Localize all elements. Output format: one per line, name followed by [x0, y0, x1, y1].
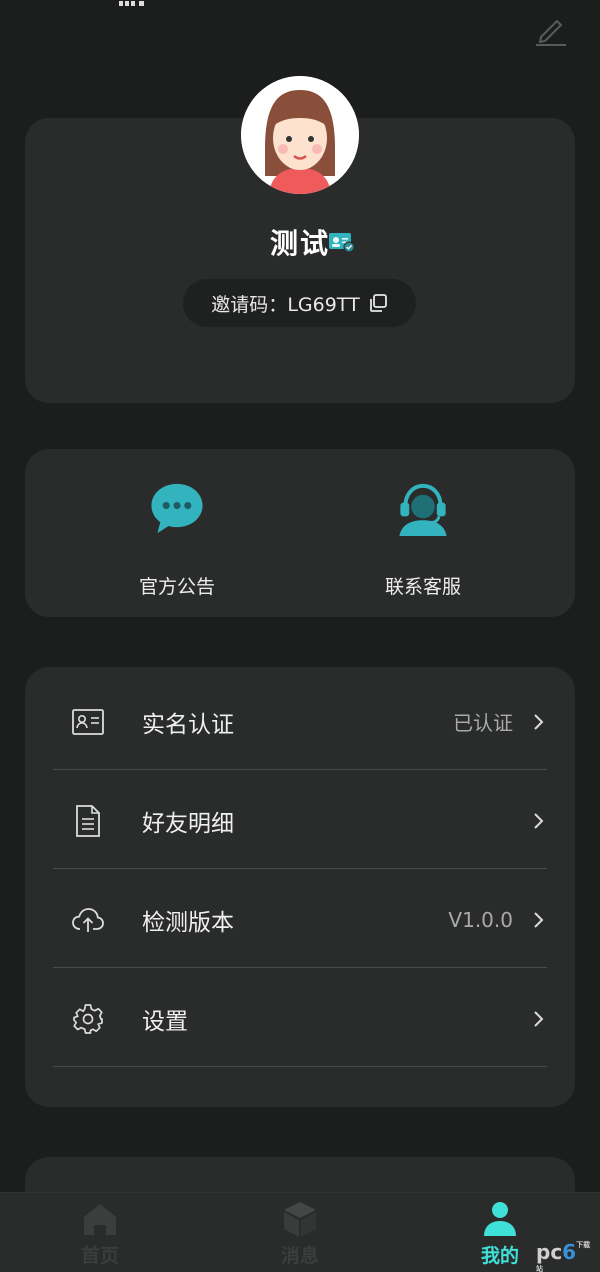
chevron-right-icon: [534, 713, 544, 730]
divider: [53, 1066, 547, 1067]
app-version: V1.0.0: [448, 907, 513, 932]
gear-icon: [71, 1002, 105, 1036]
chat-bubble-icon: [151, 483, 203, 534]
tab-home[interactable]: 首页: [40, 1193, 160, 1272]
cloud-upload-icon: [71, 903, 105, 937]
id-card-icon: [71, 705, 105, 739]
divider: [53, 868, 547, 869]
shortcut-customer-service-label: 联系客服: [384, 576, 461, 598]
document-icon: [71, 804, 105, 838]
menu-card: 实名认证 已认证 好友明细 检测版本 V1.0.0 设置: [25, 667, 575, 1107]
chevron-right-icon: [534, 1010, 544, 1027]
pencil-icon: [536, 19, 566, 46]
home-icon: [84, 1204, 116, 1235]
divider: [53, 769, 547, 770]
menu-item-check-version[interactable]: 检测版本 V1.0.0: [53, 870, 547, 969]
menu-item-label: 检测版本: [142, 909, 234, 936]
username: 测试: [269, 227, 330, 260]
divider: [53, 967, 547, 968]
tab-label: 我的: [480, 1245, 519, 1267]
chevron-right-icon: [534, 911, 544, 928]
menu-item-real-name-verification[interactable]: 实名认证 已认证: [53, 672, 547, 771]
invite-code-text: 邀请码：LG69TT: [211, 290, 359, 317]
tab-label: 首页: [80, 1245, 119, 1267]
edit-profile-button[interactable]: [530, 10, 570, 50]
verification-status: 已认证: [453, 711, 513, 735]
bottom-tab-bar: 首页 消息 我的: [0, 1192, 600, 1272]
menu-item-settings[interactable]: 设置: [53, 969, 547, 1068]
menu-item-label: 设置: [142, 1008, 188, 1035]
invite-code-pill[interactable]: 邀请码：LG69TT: [183, 279, 416, 327]
invite-code-value: LG69TT: [287, 293, 360, 316]
shortcut-customer-service[interactable]: 联系客服: [343, 479, 503, 599]
tab-messages[interactable]: 消息: [240, 1193, 360, 1272]
avatar[interactable]: [241, 76, 359, 194]
shortcut-announcements[interactable]: 官方公告: [97, 479, 257, 599]
username-row: 测试: [0, 222, 600, 262]
invite-code-label: 邀请码：: [211, 293, 288, 316]
cube-icon: [284, 1202, 316, 1237]
menu-item-label: 好友明细: [142, 810, 234, 837]
status-bar-icon: [117, 0, 147, 6]
watermark-logo: pc6下载站: [536, 1240, 591, 1272]
tab-label: 消息: [280, 1245, 319, 1267]
copy-icon[interactable]: [368, 293, 388, 313]
menu-item-label: 实名认证: [142, 711, 234, 738]
shortcut-card: 官方公告 联系客服: [25, 449, 575, 617]
chevron-right-icon: [534, 812, 544, 829]
person-icon: [484, 1202, 516, 1236]
customer-service-icon: [399, 483, 447, 537]
verified-badge-icon: [328, 231, 356, 253]
menu-item-friend-details[interactable]: 好友明细: [53, 771, 547, 870]
shortcut-announcements-label: 官方公告: [138, 576, 215, 598]
